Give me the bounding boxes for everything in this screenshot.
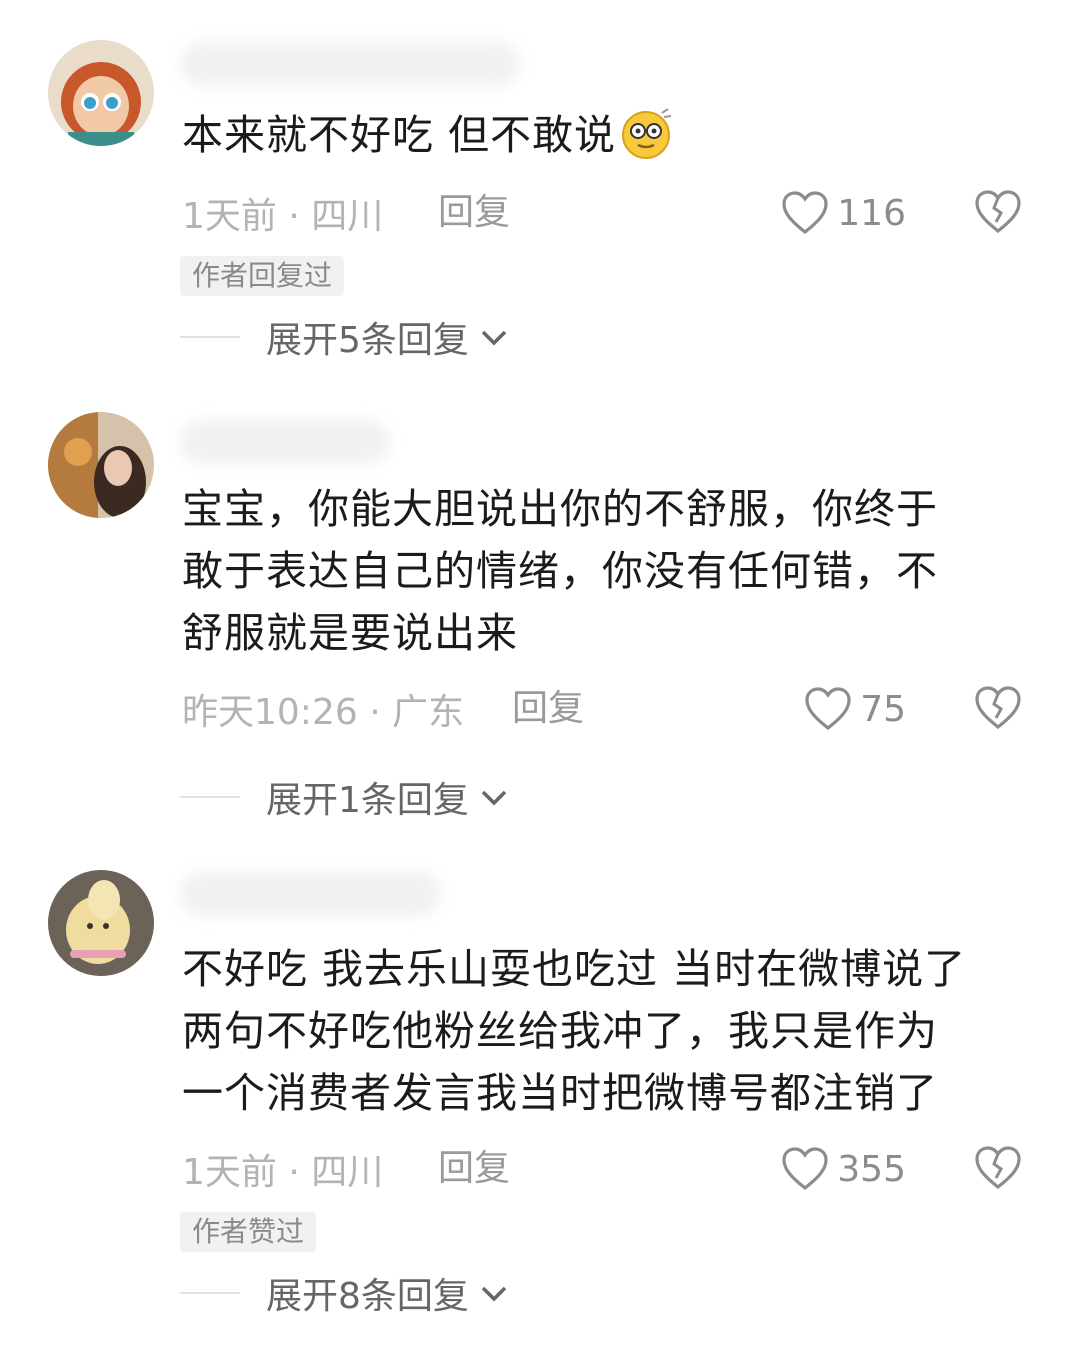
expand-replies-button[interactable]: 展开5条回复	[180, 312, 509, 362]
chevron-down-icon	[481, 790, 507, 806]
chevron-down-icon	[481, 1286, 507, 1302]
expand-replies-label: 展开5条回复	[266, 320, 469, 361]
expand-replies-label: 展开8条回复	[266, 1276, 469, 1317]
author-replied-badge: 作者回复过	[180, 256, 345, 296]
reply-button[interactable]: 回复	[512, 684, 584, 734]
avatar[interactable]	[48, 412, 154, 518]
divider-line	[180, 336, 240, 338]
timestamp-location: 昨天10:26 · 广东	[182, 692, 465, 733]
comment-text: 宝宝，你能大胆说出你的不舒服，你终于 敢于表达自己的情绪，你没有任何错，不 舒服…	[182, 485, 938, 657]
username-blurred[interactable]	[180, 872, 440, 916]
timestamp-location: 1天前 · 四川	[182, 196, 384, 237]
author-liked-badge: 作者赞过	[180, 1212, 317, 1252]
comment-meta: 昨天10:26 · 广东	[182, 684, 464, 734]
heart-outline-icon	[782, 191, 828, 235]
username-blurred[interactable]	[180, 420, 390, 464]
avatar[interactable]	[48, 870, 154, 976]
like-count: 116	[837, 192, 906, 234]
broken-heart-icon[interactable]	[974, 188, 1022, 234]
like-button[interactable]: 75	[804, 684, 906, 734]
broken-heart-icon[interactable]	[974, 684, 1022, 730]
heart-outline-icon	[805, 687, 851, 731]
timestamp-location: 1天前 · 四川	[182, 1152, 384, 1193]
heart-outline-icon	[782, 1147, 828, 1191]
avatar[interactable]	[48, 40, 154, 146]
like-count: 355	[837, 1148, 906, 1190]
reply-button[interactable]: 回复	[438, 188, 510, 238]
comment-text: 本来就不好吃 但不敢说	[182, 104, 1022, 166]
like-count: 75	[860, 688, 906, 730]
comment-meta: 1天前 · 四川	[182, 1144, 383, 1194]
expand-replies-label: 展开1条回复	[266, 780, 469, 821]
comment-meta: 1天前 · 四川	[182, 188, 383, 238]
username-blurred[interactable]	[180, 42, 520, 86]
reply-button[interactable]: 回复	[438, 1144, 510, 1194]
broken-heart-icon[interactable]	[974, 1144, 1022, 1190]
divider-line	[180, 796, 240, 798]
divider-line	[180, 1292, 240, 1294]
comment-text: 不好吃 我去乐山耍也吃过 当时在微博说了 两句不好吃他粉丝给我冲了，我只是作为 …	[182, 945, 967, 1117]
expand-replies-button[interactable]: 展开1条回复	[180, 772, 509, 822]
dizzy-face-emoji	[622, 108, 672, 159]
like-button[interactable]: 116	[781, 188, 906, 238]
chevron-down-icon	[481, 330, 507, 346]
like-button[interactable]: 355	[781, 1144, 906, 1194]
expand-replies-button[interactable]: 展开8条回复	[180, 1268, 509, 1318]
